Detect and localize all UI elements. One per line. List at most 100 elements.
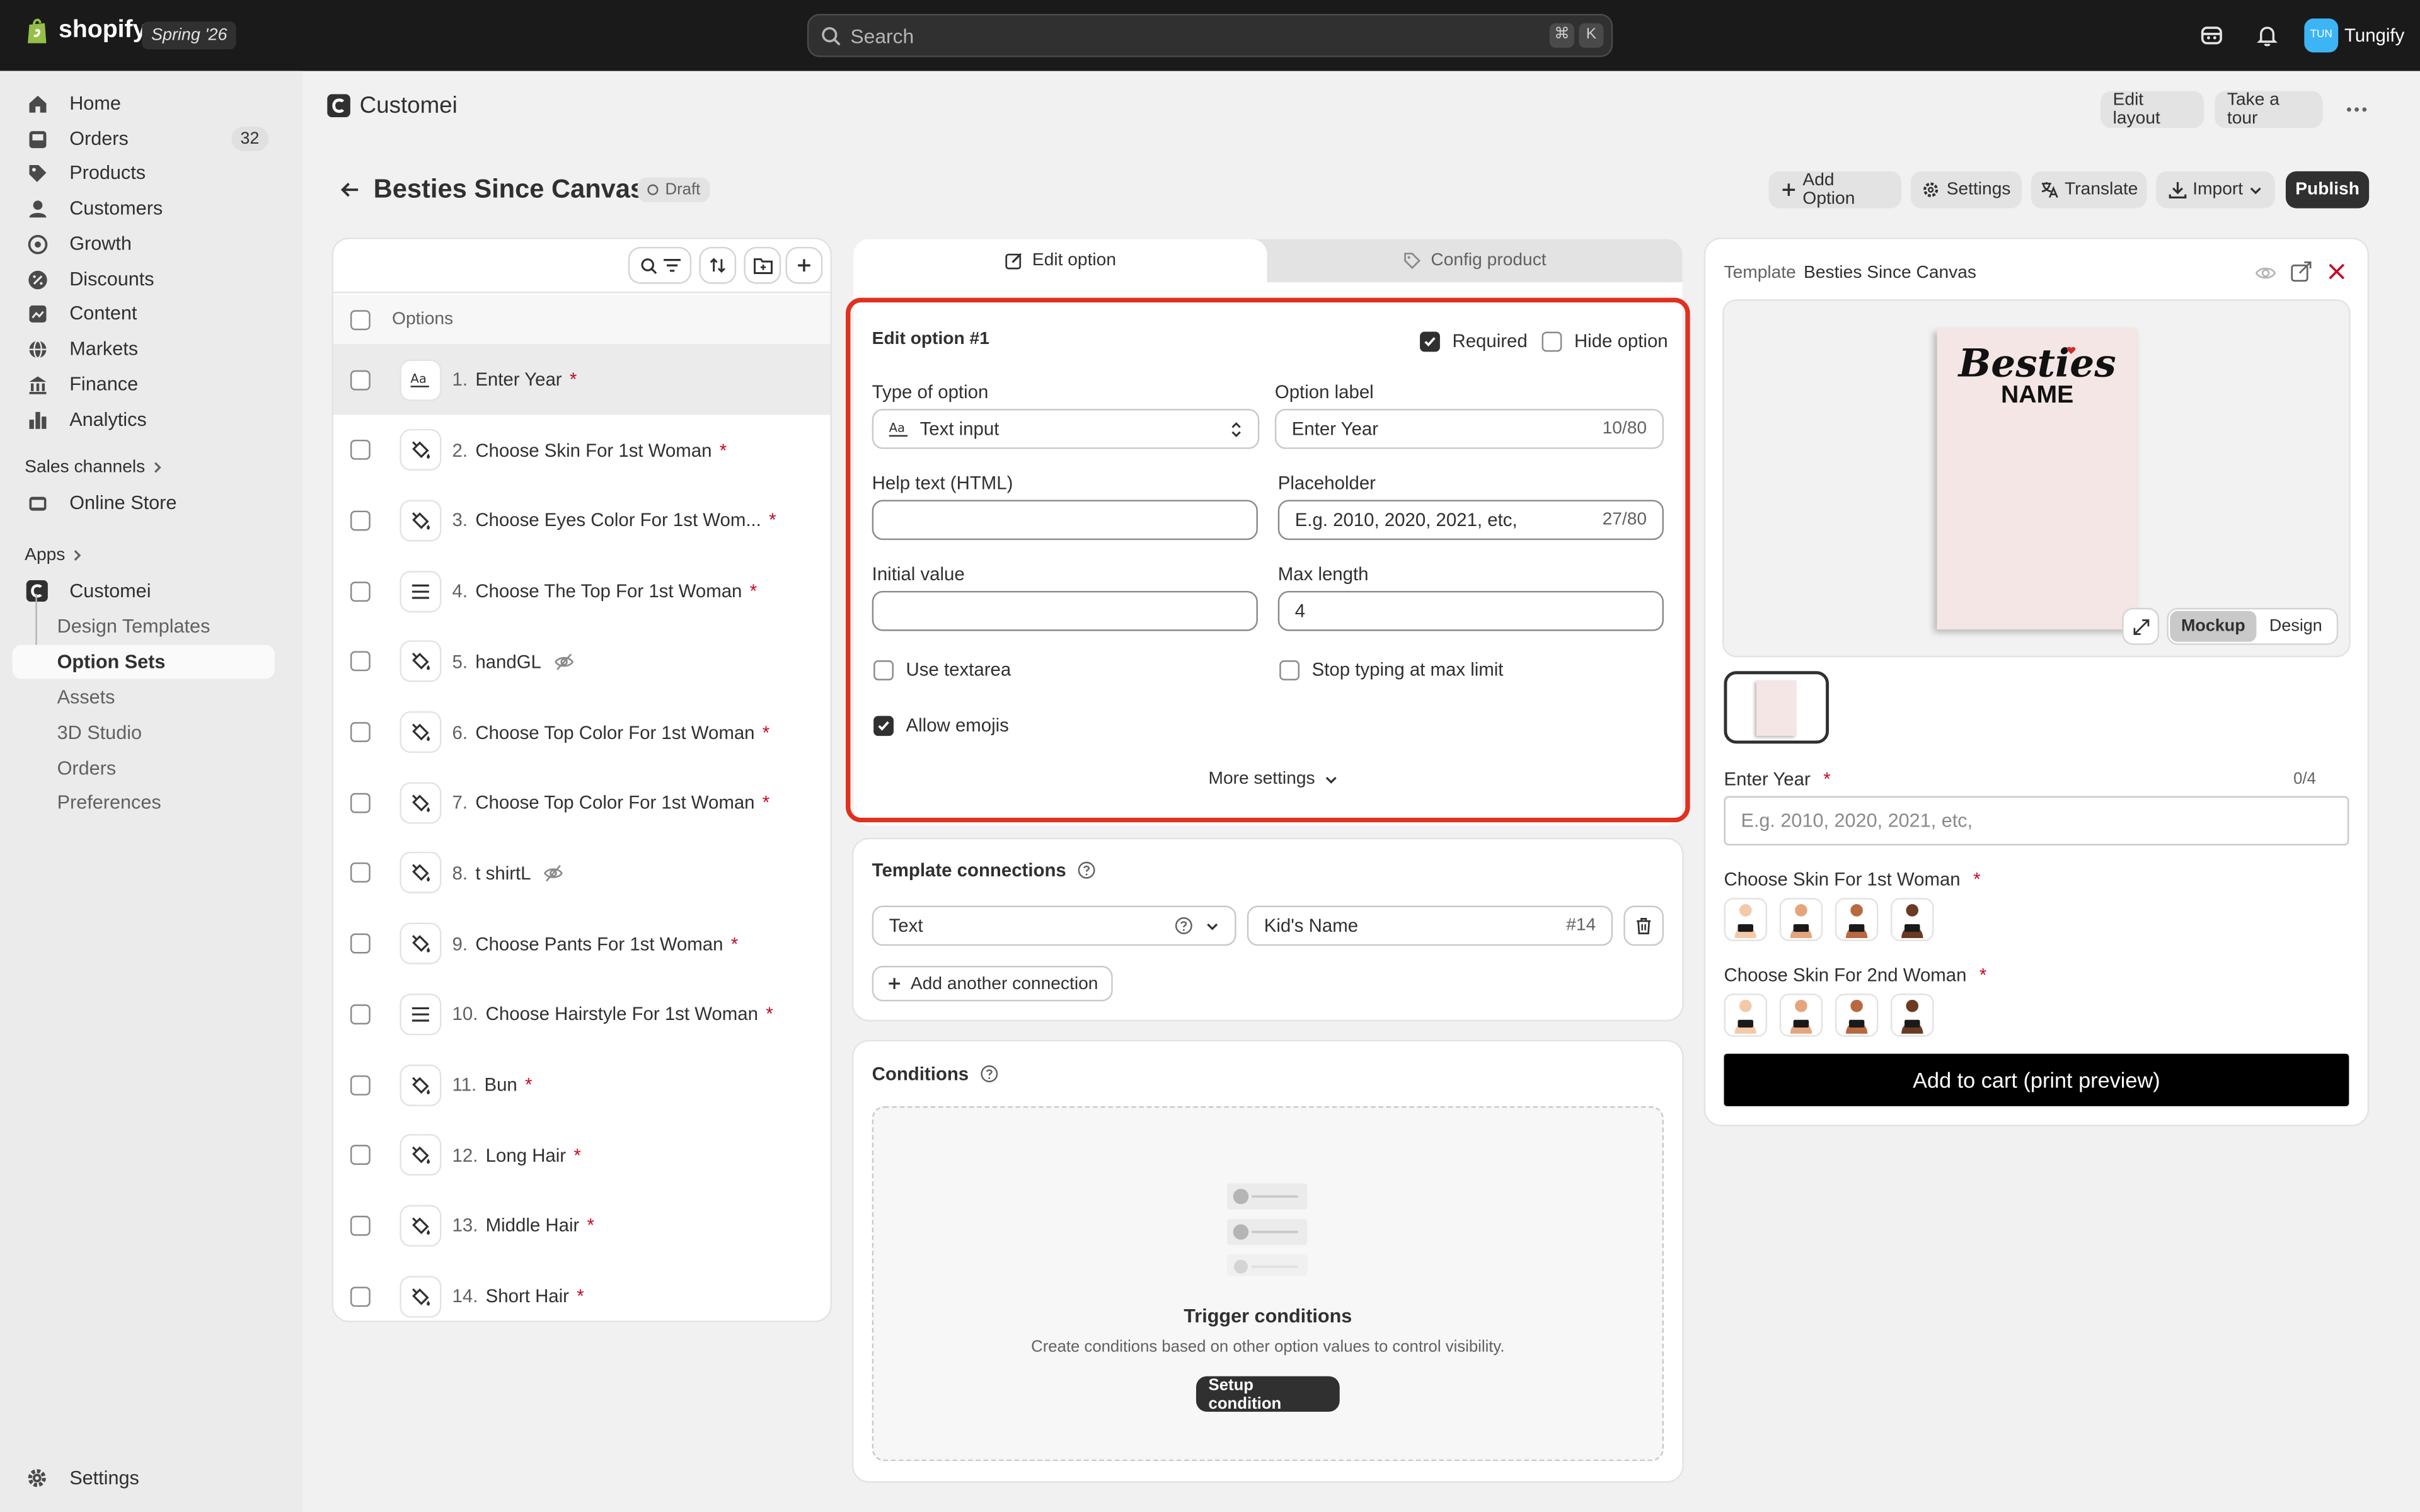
- stop-typing-toggle[interactable]: Stop typing at max limit: [1279, 659, 1503, 680]
- option-checkbox[interactable]: [350, 581, 371, 602]
- more-settings-button[interactable]: More settings: [1209, 770, 1339, 788]
- option-row[interactable]: 2. Choose Skin For 1st Woman *: [333, 415, 831, 486]
- option-label-input[interactable]: Enter Year 10/80: [1274, 408, 1664, 449]
- publish-button[interactable]: Publish: [2285, 171, 2370, 209]
- connection-target-select[interactable]: Kid's Name #14: [1247, 905, 1613, 946]
- skin-swatch[interactable]: [1891, 994, 1934, 1037]
- select-all-checkbox[interactable]: [350, 309, 371, 329]
- required-toggle[interactable]: Required: [1420, 330, 1528, 352]
- option-row[interactable]: 7. Choose Top Color For 1st Woman *: [333, 767, 831, 839]
- option-row[interactable]: 3. Choose Eyes Color For 1st Wom... *: [333, 485, 831, 556]
- option-checkbox[interactable]: [350, 1004, 371, 1024]
- shopify-logo[interactable]: shopify: [25, 17, 146, 45]
- type-of-option-select[interactable]: Aa Text input: [872, 408, 1260, 449]
- user-name[interactable]: Tungify: [2344, 25, 2404, 46]
- back-arrow-icon[interactable]: [338, 178, 362, 202]
- add-option-button[interactable]: Add Option: [1768, 171, 1902, 209]
- sidekick-icon[interactable]: [2198, 21, 2225, 49]
- sidebar-item-preferences[interactable]: Preferences: [13, 786, 275, 820]
- expand-button[interactable]: [2123, 609, 2158, 644]
- skin-swatch[interactable]: [1835, 994, 1879, 1037]
- option-checkbox[interactable]: [350, 933, 371, 954]
- use-textarea-checkbox[interactable]: [873, 659, 894, 680]
- add-item-button[interactable]: [787, 248, 821, 282]
- search-bar[interactable]: Search ⌘ K: [807, 14, 1613, 57]
- option-checkbox[interactable]: [350, 1145, 371, 1166]
- sidebar-item-online-store[interactable]: Online Store: [13, 486, 275, 520]
- sort-button[interactable]: [701, 248, 735, 282]
- sidebar-item-finance[interactable]: Finance: [13, 367, 275, 401]
- option-checkbox[interactable]: [350, 651, 371, 672]
- sidebar-item-markets[interactable]: Markets: [13, 332, 275, 366]
- search-filter-button[interactable]: [630, 248, 690, 282]
- sidebar-item-home[interactable]: Home: [13, 86, 275, 120]
- option-row[interactable]: 11. Bun *: [333, 1049, 831, 1120]
- skin-swatch[interactable]: [1835, 898, 1879, 941]
- add-folder-button[interactable]: [746, 248, 780, 282]
- option-checkbox[interactable]: [350, 722, 371, 742]
- close-icon[interactable]: [2327, 262, 2346, 280]
- option-row[interactable]: 4. Choose The Top For 1st Woman *: [333, 556, 831, 627]
- sidebar-item-analytics[interactable]: Analytics: [13, 403, 275, 437]
- required-checkbox[interactable]: [1420, 331, 1440, 352]
- sidebar-item-app-orders[interactable]: Orders: [13, 752, 275, 786]
- sidebar-item-orders[interactable]: Orders 32: [13, 122, 275, 156]
- mockup-mode-button[interactable]: Mockup: [2170, 610, 2257, 642]
- add-to-cart-button[interactable]: Add to cart (print preview): [1724, 1053, 2349, 1106]
- more-actions-icon[interactable]: [2341, 97, 2372, 122]
- option-row[interactable]: 6. Choose Top Color For 1st Woman *: [333, 697, 831, 768]
- option-row[interactable]: 9. Choose Pants For 1st Woman *: [333, 908, 831, 979]
- eye-icon[interactable]: [2255, 262, 2276, 284]
- delete-connection-button[interactable]: [1623, 905, 1664, 946]
- sales-channels-heading[interactable]: Sales channels: [25, 458, 163, 477]
- option-row[interactable]: 14. Short Hair *: [333, 1261, 831, 1320]
- sidebar-item-assets[interactable]: Assets: [13, 680, 275, 714]
- option-checkbox[interactable]: [350, 1286, 371, 1307]
- help-circle-icon[interactable]: [979, 1065, 998, 1083]
- skin-swatch[interactable]: [1779, 898, 1823, 941]
- sidebar-item-settings[interactable]: Settings: [13, 1461, 275, 1495]
- connection-type-select[interactable]: Text: [872, 905, 1236, 946]
- translate-button[interactable]: Translate: [2031, 171, 2147, 209]
- allow-emojis-toggle[interactable]: Allow emojis: [873, 714, 1009, 736]
- initial-value-input[interactable]: [872, 590, 1258, 631]
- option-checkbox[interactable]: [350, 1074, 371, 1095]
- sidebar-item-customei[interactable]: Customei: [13, 574, 275, 608]
- skin-swatch[interactable]: [1724, 994, 1768, 1037]
- option-checkbox[interactable]: [350, 510, 371, 531]
- sidebar-item-design-templates[interactable]: Design Templates: [13, 609, 275, 643]
- option-row[interactable]: 13. Middle Hair *: [333, 1190, 831, 1261]
- edit-layout-button[interactable]: Edit layout: [2100, 91, 2204, 129]
- option-checkbox[interactable]: [350, 793, 371, 813]
- sidebar-item-customers[interactable]: Customers: [13, 192, 275, 226]
- apps-heading[interactable]: Apps: [25, 546, 84, 564]
- hide-option-toggle[interactable]: Hide option: [1541, 330, 1668, 352]
- tab-edit-option[interactable]: Edit option: [853, 239, 1267, 283]
- option-checkbox[interactable]: [350, 1215, 371, 1236]
- sidebar-item-content[interactable]: Content: [13, 296, 275, 330]
- avatar[interactable]: TUN: [2304, 18, 2339, 53]
- option-row[interactable]: 12. Long Hair *: [333, 1120, 831, 1191]
- option-checkbox[interactable]: [350, 862, 371, 883]
- tab-config-product[interactable]: Config product: [1267, 239, 1683, 283]
- add-connection-button[interactable]: Add another connection: [872, 966, 1114, 1002]
- placeholder-input[interactable]: E.g. 2010, 2020, 2021, etc, 27/80: [1277, 500, 1664, 541]
- settings-button[interactable]: Settings: [1910, 171, 2022, 209]
- help-circle-icon[interactable]: [1077, 861, 1095, 879]
- open-external-icon[interactable]: [2290, 261, 2312, 282]
- option-checkbox[interactable]: [350, 440, 371, 461]
- max-length-input[interactable]: 4: [1277, 590, 1664, 631]
- sidebar-item-option-sets[interactable]: Option Sets: [12, 644, 275, 679]
- hide-option-checkbox[interactable]: [1541, 331, 1562, 352]
- design-mode-button[interactable]: Design: [2256, 611, 2335, 642]
- skin-swatch[interactable]: [1891, 898, 1934, 941]
- import-button[interactable]: Import: [2156, 171, 2275, 209]
- preview-year-input[interactable]: E.g. 2010, 2020, 2021, etc,: [1724, 796, 2349, 846]
- option-row[interactable]: 10. Choose Hairstyle For 1st Woman *: [333, 978, 831, 1050]
- option-checkbox[interactable]: [350, 369, 371, 390]
- allow-emojis-checkbox[interactable]: [873, 715, 894, 735]
- bell-icon[interactable]: [2254, 21, 2281, 49]
- skin-swatch[interactable]: [1779, 994, 1823, 1037]
- thumbnail-selected[interactable]: [1724, 671, 1829, 744]
- sidebar-item-discounts[interactable]: Discounts: [13, 262, 275, 296]
